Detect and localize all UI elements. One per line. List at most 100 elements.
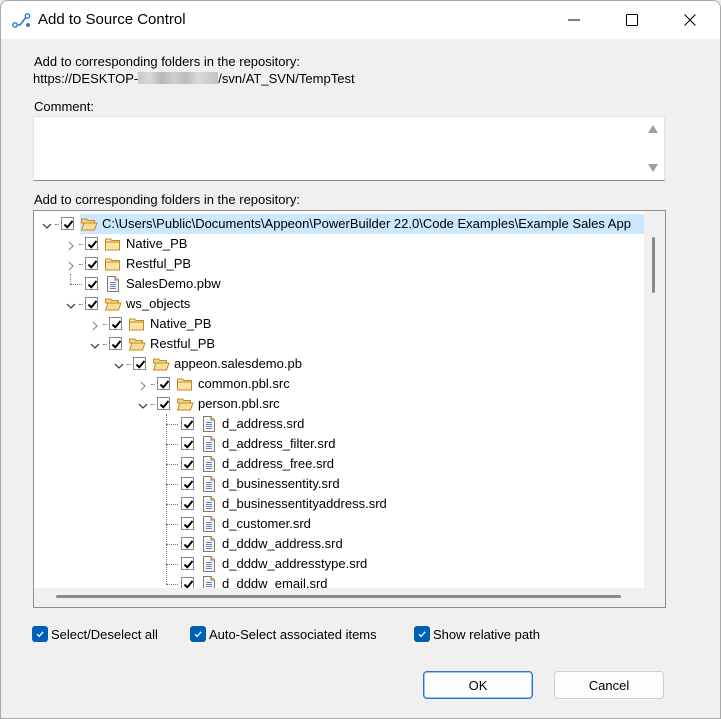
comment-field[interactable] xyxy=(33,116,665,181)
checkbox-checked-icon[interactable] xyxy=(414,626,430,642)
tree-file-item[interactable]: d_businessentityaddress.srd xyxy=(34,494,644,514)
tree-file-item[interactable]: d_address.srd xyxy=(34,414,644,434)
tree-folder-item[interactable]: ws_objects xyxy=(34,294,644,314)
tree-item-label: d_address_filter.srd xyxy=(222,436,336,451)
chevron-right-icon[interactable] xyxy=(66,259,76,271)
tree-item-checkbox[interactable] xyxy=(181,537,194,550)
tree-folder-item[interactable]: Restful_PB xyxy=(34,334,644,354)
tree-item-label: d_address.srd xyxy=(222,416,305,431)
horizontal-scroll-thumb[interactable] xyxy=(56,595,621,598)
tree-view[interactable]: C:\Users\Public\Documents\Appeon\PowerBu… xyxy=(34,211,644,588)
folder-icon xyxy=(128,316,146,332)
tree-item-checkbox[interactable] xyxy=(181,557,194,570)
maximize-button[interactable] xyxy=(603,1,661,39)
ok-button[interactable]: OK xyxy=(423,671,533,699)
file-icon xyxy=(200,496,218,512)
tree-item-checkbox[interactable] xyxy=(181,517,194,530)
tree-item-checkbox[interactable] xyxy=(157,397,170,410)
tree-item-checkbox[interactable] xyxy=(85,237,98,250)
tree-item-checkbox[interactable] xyxy=(181,437,194,450)
window-title: Add to Source Control xyxy=(38,11,186,28)
tree-dotted-line xyxy=(103,324,107,325)
tree-folder-item[interactable]: Restful_PB xyxy=(34,254,644,274)
checkbox-checked-icon[interactable] xyxy=(190,626,206,642)
repository-label: Add to corresponding folders in the repo… xyxy=(34,54,300,69)
chevron-right-icon[interactable] xyxy=(66,239,76,251)
tree-item-label: d_businessentity.srd xyxy=(222,476,340,491)
file-icon xyxy=(104,276,122,292)
chevron-down-icon[interactable] xyxy=(66,299,76,309)
tree-item-checkbox[interactable] xyxy=(181,497,194,510)
chevron-down-icon[interactable] xyxy=(42,219,52,229)
tree-item-label: Restful_PB xyxy=(126,256,192,271)
file-icon xyxy=(200,576,218,588)
tree-file-item[interactable]: d_dddw_addresstype.srd xyxy=(34,554,644,574)
tree-dotted-line xyxy=(166,544,178,545)
chevron-right-icon[interactable] xyxy=(138,379,148,391)
tree-item-checkbox[interactable] xyxy=(85,257,98,270)
tree-dotted-line xyxy=(166,564,178,565)
scroll-up-arrow-icon[interactable] xyxy=(648,125,658,133)
chevron-down-icon[interactable] xyxy=(90,339,100,349)
chevron-down-icon[interactable] xyxy=(114,359,124,369)
tree-item-label: C:\Users\Public\Documents\Appeon\PowerBu… xyxy=(102,216,631,231)
tree-folder-item[interactable]: Native_PB xyxy=(34,314,644,334)
tree-folder-item[interactable]: appeon.salesdemo.pb xyxy=(34,354,644,374)
source-control-branch-icon xyxy=(12,12,32,28)
tree-vertical-scrollbar[interactable] xyxy=(644,211,665,588)
tree-dotted-line xyxy=(166,444,178,445)
chevron-down-icon[interactable] xyxy=(138,399,148,409)
tree-file-item[interactable]: d_customer.srd xyxy=(34,514,644,534)
tree-item-label: d_dddw_address.srd xyxy=(222,536,343,551)
vertical-scroll-thumb[interactable] xyxy=(652,237,655,293)
auto-select-associated-checkbox[interactable]: Auto-Select associated items xyxy=(190,625,377,643)
tree-item-checkbox[interactable] xyxy=(181,477,194,490)
close-button[interactable] xyxy=(661,1,719,39)
tree-item-checkbox[interactable] xyxy=(109,317,122,330)
tree-item-checkbox[interactable] xyxy=(109,337,122,350)
tree-item-checkbox[interactable] xyxy=(181,577,194,588)
tree-dotted-line xyxy=(70,284,82,285)
tree-folder-item[interactable]: C:\Users\Public\Documents\Appeon\PowerBu… xyxy=(34,214,644,234)
comment-scrollbar[interactable] xyxy=(642,117,664,180)
tree-file-item[interactable]: d_address_free.srd xyxy=(34,454,644,474)
maximize-icon xyxy=(626,14,638,26)
tree-file-item[interactable]: d_address_filter.srd xyxy=(34,434,644,454)
scroll-down-arrow-icon[interactable] xyxy=(648,164,658,172)
file-icon xyxy=(200,476,218,492)
tree-item-checkbox[interactable] xyxy=(85,277,98,290)
file-tree: C:\Users\Public\Documents\Appeon\PowerBu… xyxy=(33,210,666,608)
tree-item-checkbox[interactable] xyxy=(85,297,98,310)
tree-file-item[interactable]: d_businessentity.srd xyxy=(34,474,644,494)
cancel-button[interactable]: Cancel xyxy=(554,671,664,699)
tree-file-item[interactable]: d_dddw_email.srd xyxy=(34,574,644,588)
tree-vertical-guide xyxy=(70,274,71,284)
minimize-icon xyxy=(568,14,580,26)
tree-item-label: Native_PB xyxy=(126,236,188,251)
file-icon xyxy=(200,556,218,572)
tree-item-checkbox[interactable] xyxy=(61,217,74,230)
tree-dotted-line xyxy=(55,224,59,225)
tree-horizontal-scrollbar[interactable] xyxy=(34,588,665,607)
title-bar[interactable]: Add to Source Control xyxy=(1,1,720,39)
show-relative-path-checkbox[interactable]: Show relative path xyxy=(414,625,540,643)
tree-item-checkbox[interactable] xyxy=(157,377,170,390)
tree-item-label: d_dddw_email.srd xyxy=(222,576,328,588)
tree-dotted-line xyxy=(151,404,155,405)
tree-folder-item[interactable]: person.pbl.src xyxy=(34,394,644,414)
comment-input[interactable] xyxy=(34,117,642,180)
tree-file-item[interactable]: d_dddw_address.srd xyxy=(34,534,644,554)
tree-item-label: Native_PB xyxy=(150,316,212,331)
tree-file-item[interactable]: SalesDemo.pbw xyxy=(34,274,644,294)
tree-item-label: person.pbl.src xyxy=(198,396,280,411)
tree-item-checkbox[interactable] xyxy=(181,457,194,470)
tree-folder-item[interactable]: Native_PB xyxy=(34,234,644,254)
select-deselect-all-checkbox[interactable]: Select/Deselect all xyxy=(32,625,158,643)
tree-item-checkbox[interactable] xyxy=(133,357,146,370)
minimize-button[interactable] xyxy=(545,1,603,39)
tree-item-checkbox[interactable] xyxy=(181,417,194,430)
tree-folder-item[interactable]: common.pbl.src xyxy=(34,374,644,394)
chevron-right-icon[interactable] xyxy=(90,319,100,331)
checkbox-checked-icon[interactable] xyxy=(32,626,48,642)
file-icon xyxy=(200,456,218,472)
